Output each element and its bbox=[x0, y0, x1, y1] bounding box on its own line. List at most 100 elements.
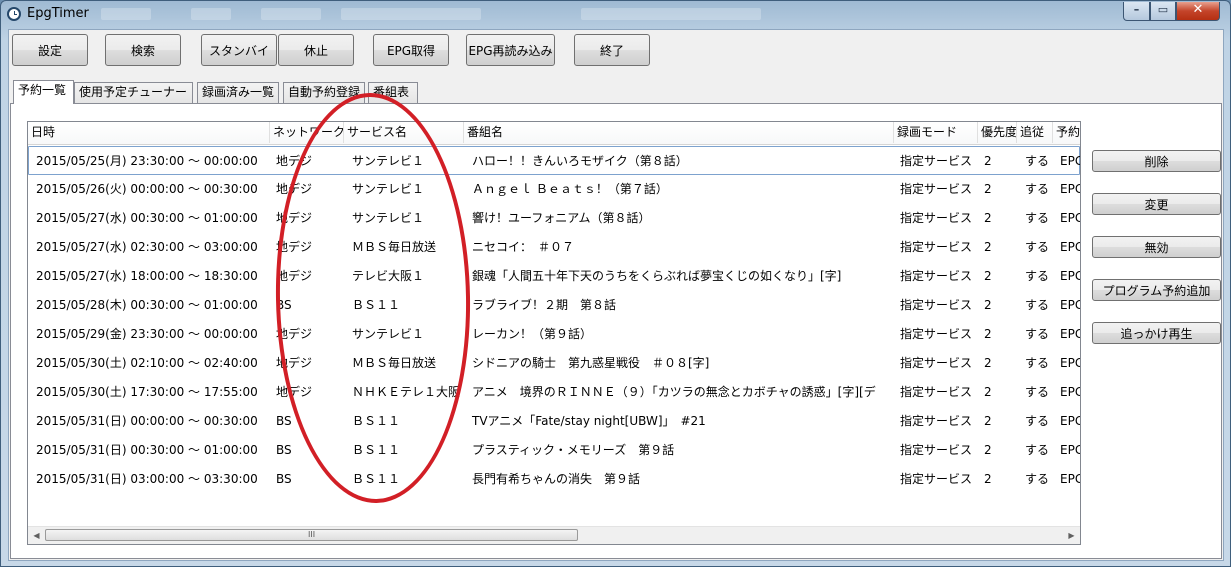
tab-recorded-list[interactable]: 録画済み一覧 bbox=[197, 82, 279, 103]
delete-button[interactable]: 削除 bbox=[1092, 150, 1221, 172]
service-cell: ＢＳ１１ bbox=[352, 472, 401, 486]
app-window: EpgTimer – ▭ ✕ 設定 検索 スタンバイ 休止 EPG取得 EPG再… bbox=[0, 0, 1231, 567]
table-row[interactable]: 2015/05/31(日) 03:00:00 ～ 03:30:00 BS ＢＳ１１ 長… bbox=[28, 465, 1080, 494]
table-row[interactable]: 2015/05/27(水) 18:00:00 ～ 18:30:00 地デジ テレビ大… bbox=[28, 262, 1080, 291]
background-blur bbox=[341, 8, 481, 20]
table-row[interactable]: 2015/05/27(水) 02:30:00 ～ 03:00:00 地デジ ＭＢＳ毎… bbox=[28, 233, 1080, 262]
follow-cell: する bbox=[1025, 211, 1050, 225]
column-header[interactable]: 番組名 bbox=[464, 122, 894, 143]
exit-button[interactable]: 終了 bbox=[574, 34, 650, 66]
column-header[interactable]: サービス名 bbox=[344, 122, 464, 143]
follow-cell: する bbox=[1025, 154, 1050, 168]
column-header[interactable]: ネットワーク bbox=[270, 122, 344, 143]
add-program-reservation-button[interactable]: プログラム予約追加 bbox=[1092, 279, 1221, 301]
tab-auto-reservation[interactable]: 自動予約登録 bbox=[283, 82, 365, 103]
epg-fetch-button[interactable]: EPG取得 bbox=[373, 34, 449, 66]
table-row[interactable]: 2015/05/30(土) 17:30:00 ～ 17:55:00 地デジ ＮＨＫＥ… bbox=[28, 378, 1080, 407]
tab-tuner-schedule[interactable]: 使用予定チューナー bbox=[74, 82, 193, 103]
scrollbar-thumb[interactable]: III bbox=[45, 529, 578, 541]
service-cell: ＮＨＫＥテレ１大阪 bbox=[352, 385, 461, 399]
service-cell: ＭＢＳ毎日放送 bbox=[352, 356, 437, 370]
table-row[interactable]: 2015/05/31(日) 00:00:00 ～ 00:30:00 BS ＢＳ１１ T… bbox=[28, 407, 1080, 436]
priority-cell: 2 bbox=[984, 472, 992, 486]
program-cell: アニメ 境界のＲＩＮＮＥ（９）「カツラの無念とカボチャの誘惑」[字][デ bbox=[472, 385, 876, 399]
close-button[interactable]: ✕ bbox=[1176, 2, 1220, 21]
datetime-cell: 2015/05/26(火) 00:00:00 ～ 00:30:00 bbox=[36, 182, 258, 196]
datetime-cell: 2015/05/27(水) 00:30:00 ～ 01:00:00 bbox=[36, 211, 258, 225]
standby-button[interactable]: スタンバイ bbox=[201, 34, 277, 66]
change-button[interactable]: 変更 bbox=[1092, 193, 1221, 215]
network-cell: 地デジ bbox=[276, 269, 313, 283]
table-row[interactable]: 2015/05/31(日) 00:30:00 ～ 01:00:00 BS ＢＳ１１ プ… bbox=[28, 436, 1080, 465]
client-area: 設定 検索 スタンバイ 休止 EPG取得 EPG再読み込み 終了 予約一覧 使用… bbox=[8, 29, 1224, 561]
record-mode-cell: 指定サービス bbox=[900, 356, 973, 370]
network-cell: 地デジ bbox=[276, 327, 313, 341]
table-row[interactable]: 2015/05/30(土) 02:10:00 ～ 02:40:00 地デジ ＭＢＳ毎… bbox=[28, 349, 1080, 378]
program-cell: 銀魂「人間五十年下天のうちをくらぶれば夢宝くじの如くなり」[字] bbox=[472, 269, 842, 283]
reservation-type-cell: EPG bbox=[1060, 240, 1080, 254]
network-cell: 地デジ bbox=[276, 240, 313, 254]
reservation-type-cell: EPG bbox=[1060, 298, 1080, 312]
table-row[interactable]: 2015/05/27(水) 00:30:00 ～ 01:00:00 地デジ サンテレ… bbox=[28, 204, 1080, 233]
priority-cell: 2 bbox=[984, 443, 992, 457]
disable-button[interactable]: 無効 bbox=[1092, 236, 1221, 258]
reservation-table[interactable]: 日時 ネットワーク サービス名 番組名 録画モード 優先度 追従 予約 2015… bbox=[27, 121, 1081, 545]
horizontal-scrollbar[interactable]: ◀ III ▶ bbox=[28, 526, 1080, 544]
tab-reservations[interactable]: 予約一覧 bbox=[13, 80, 74, 104]
service-cell: サンテレビ１ bbox=[352, 154, 425, 168]
datetime-cell: 2015/05/29(金) 23:30:00 ～ 00:00:00 bbox=[36, 327, 258, 341]
search-button[interactable]: 検索 bbox=[105, 34, 181, 66]
background-blur bbox=[101, 8, 151, 20]
network-cell: 地デジ bbox=[276, 211, 313, 225]
program-cell: 長門有希ちゃんの消失 第９話 bbox=[472, 472, 641, 486]
settings-button[interactable]: 設定 bbox=[12, 34, 88, 66]
table-row[interactable]: 2015/05/28(木) 00:30:00 ～ 01:00:00 BS ＢＳ１１ ラ… bbox=[28, 291, 1080, 320]
network-cell: BS bbox=[276, 443, 292, 457]
datetime-cell: 2015/05/27(水) 18:00:00 ～ 18:30:00 bbox=[36, 269, 258, 283]
network-cell: 地デジ bbox=[276, 154, 313, 168]
table-row[interactable]: 2015/05/29(金) 23:30:00 ～ 00:00:00 地デジ サンテレ… bbox=[28, 320, 1080, 349]
tab-program-guide[interactable]: 番組表 bbox=[368, 82, 418, 103]
table-row[interactable]: 2015/05/26(火) 00:00:00 ～ 00:30:00 地デジ サンテレ… bbox=[28, 175, 1080, 204]
priority-cell: 2 bbox=[984, 269, 992, 283]
network-cell: BS bbox=[276, 298, 292, 312]
follow-cell: する bbox=[1025, 385, 1050, 399]
chase-playback-button[interactable]: 追っかけ再生 bbox=[1092, 322, 1221, 344]
service-cell: サンテレビ１ bbox=[352, 327, 425, 341]
reservation-type-cell: EPG bbox=[1060, 154, 1080, 168]
scroll-left-icon[interactable]: ◀ bbox=[28, 527, 45, 544]
datetime-cell: 2015/05/30(土) 17:30:00 ～ 17:55:00 bbox=[36, 385, 258, 399]
follow-cell: する bbox=[1025, 356, 1050, 370]
record-mode-cell: 指定サービス bbox=[900, 240, 973, 254]
column-header[interactable]: 予約 bbox=[1053, 122, 1080, 143]
table-header: 日時 ネットワーク サービス名 番組名 録画モード 優先度 追従 予約 bbox=[28, 122, 1080, 145]
reservation-type-cell: EPG bbox=[1060, 211, 1080, 225]
priority-cell: 2 bbox=[984, 385, 992, 399]
program-cell: ラブライブ！２期 第８話 bbox=[472, 298, 617, 312]
program-cell: ハロー！！きんいろモザイク（第８話） bbox=[472, 154, 688, 168]
column-header[interactable]: 追従 bbox=[1017, 122, 1053, 143]
follow-cell: する bbox=[1025, 182, 1050, 196]
column-header[interactable]: 日時 bbox=[28, 122, 270, 143]
close-icon: ✕ bbox=[1192, 2, 1204, 17]
priority-cell: 2 bbox=[984, 211, 992, 225]
reservation-type-cell: EPG bbox=[1060, 385, 1080, 399]
priority-cell: 2 bbox=[984, 327, 992, 341]
scroll-right-icon[interactable]: ▶ bbox=[1063, 527, 1080, 544]
column-header[interactable]: 録画モード bbox=[894, 122, 978, 143]
minimize-button[interactable]: – bbox=[1123, 2, 1150, 21]
hibernate-button[interactable]: 休止 bbox=[278, 34, 354, 66]
network-cell: 地デジ bbox=[276, 182, 313, 196]
record-mode-cell: 指定サービス bbox=[900, 443, 973, 457]
record-mode-cell: 指定サービス bbox=[900, 182, 973, 196]
priority-cell: 2 bbox=[984, 414, 992, 428]
column-header[interactable]: 優先度 bbox=[978, 122, 1017, 143]
program-cell: TVアニメ「Fate/stay night[UBW]」 #21 bbox=[472, 414, 706, 428]
datetime-cell: 2015/05/31(日) 00:30:00 ～ 01:00:00 bbox=[36, 443, 258, 457]
datetime-cell: 2015/05/27(水) 02:30:00 ～ 03:00:00 bbox=[36, 240, 258, 254]
table-row[interactable]: 2015/05/25(月) 23:30:00 ～ 00:00:00 地デジ サンテレ… bbox=[28, 146, 1080, 175]
service-cell: サンテレビ１ bbox=[352, 211, 425, 225]
datetime-cell: 2015/05/31(日) 00:00:00 ～ 00:30:00 bbox=[36, 414, 258, 428]
maximize-button[interactable]: ▭ bbox=[1150, 2, 1176, 21]
epg-reload-button[interactable]: EPG再読み込み bbox=[466, 34, 555, 66]
